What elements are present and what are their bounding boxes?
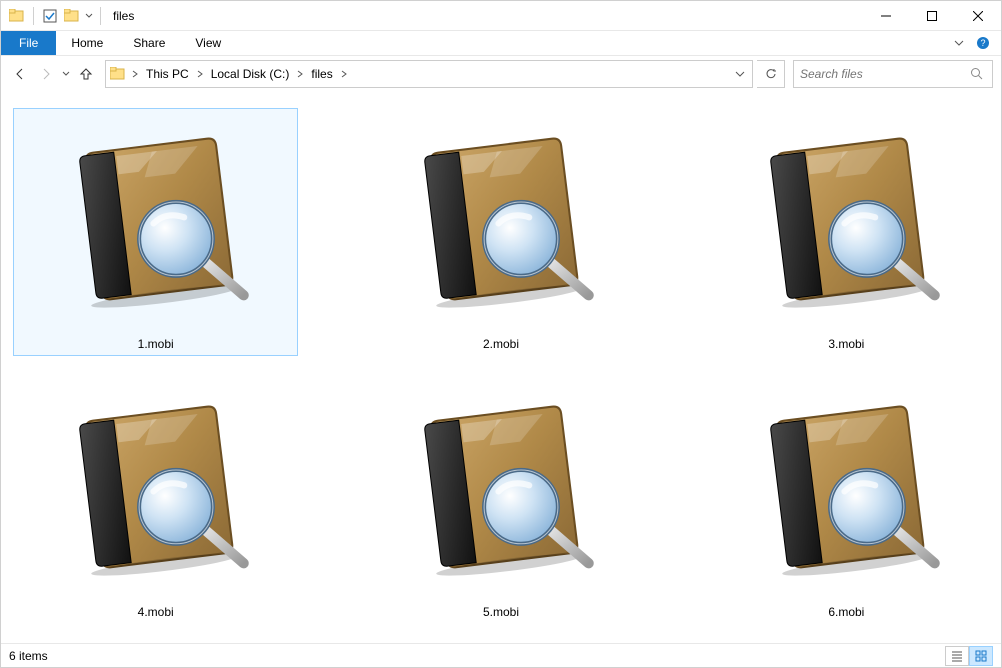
file-item[interactable]: 1.mobi <box>13 108 298 356</box>
chevron-right-icon[interactable] <box>193 70 207 78</box>
expand-ribbon-button[interactable] <box>947 31 971 55</box>
tab-share[interactable]: Share <box>118 31 180 55</box>
minimize-button[interactable] <box>863 1 909 31</box>
separator <box>100 7 101 25</box>
status-bar: 6 items <box>1 643 1001 667</box>
recent-dropdown[interactable] <box>61 63 71 85</box>
qat-newfolder-icon[interactable] <box>62 6 82 26</box>
file-name-label: 1.mobi <box>138 337 174 351</box>
maximize-button[interactable] <box>909 1 955 31</box>
separator <box>33 7 34 25</box>
file-item[interactable]: 2.mobi <box>358 108 643 356</box>
thumbnails-view-button[interactable] <box>969 646 993 666</box>
address-bar[interactable]: This PC Local Disk (C:) files <box>105 60 753 88</box>
back-button[interactable] <box>9 63 31 85</box>
file-tab[interactable]: File <box>1 31 56 55</box>
navigation-bar: This PC Local Disk (C:) files <box>1 56 1001 92</box>
mobi-book-icon <box>46 381 266 601</box>
forward-button[interactable] <box>35 63 57 85</box>
chevron-right-icon[interactable] <box>128 70 142 78</box>
refresh-button[interactable] <box>757 60 785 88</box>
app-icon <box>7 6 27 26</box>
file-name-label: 2.mobi <box>483 337 519 351</box>
search-icon[interactable] <box>968 65 986 83</box>
breadcrumb-item[interactable]: files <box>307 62 336 86</box>
search-input[interactable] <box>800 67 968 81</box>
title-bar: files <box>1 1 1001 31</box>
mobi-book-icon <box>46 113 266 333</box>
file-name-label: 3.mobi <box>828 337 864 351</box>
file-name-label: 6.mobi <box>828 605 864 619</box>
help-button[interactable]: ? <box>971 31 995 55</box>
up-button[interactable] <box>75 63 97 85</box>
file-item[interactable]: 3.mobi <box>704 108 989 356</box>
close-button[interactable] <box>955 1 1001 31</box>
folder-icon <box>108 64 128 84</box>
window-title: files <box>113 9 134 23</box>
address-dropdown[interactable] <box>730 62 750 86</box>
svg-text:?: ? <box>980 38 985 48</box>
item-count-label: 6 items <box>9 649 48 663</box>
search-box[interactable] <box>793 60 993 88</box>
details-view-button[interactable] <box>945 646 969 666</box>
file-item[interactable]: 4.mobi <box>13 376 298 624</box>
mobi-book-icon <box>391 113 611 333</box>
file-list[interactable]: 1.mobi <box>1 92 1001 643</box>
breadcrumb-item[interactable]: Local Disk (C:) <box>207 62 294 86</box>
tab-view[interactable]: View <box>180 31 236 55</box>
mobi-book-icon <box>736 113 956 333</box>
qat-properties-icon[interactable] <box>40 6 60 26</box>
qat-dropdown-icon[interactable] <box>84 6 94 26</box>
chevron-right-icon[interactable] <box>293 70 307 78</box>
file-item[interactable]: 6.mobi <box>704 376 989 624</box>
file-name-label: 4.mobi <box>138 605 174 619</box>
tab-home[interactable]: Home <box>56 31 118 55</box>
mobi-book-icon <box>391 381 611 601</box>
chevron-right-icon[interactable] <box>337 70 351 78</box>
file-name-label: 5.mobi <box>483 605 519 619</box>
ribbon: File Home Share View ? <box>1 31 1001 56</box>
breadcrumb-item[interactable]: This PC <box>142 62 193 86</box>
mobi-book-icon <box>736 381 956 601</box>
file-item[interactable]: 5.mobi <box>358 376 643 624</box>
